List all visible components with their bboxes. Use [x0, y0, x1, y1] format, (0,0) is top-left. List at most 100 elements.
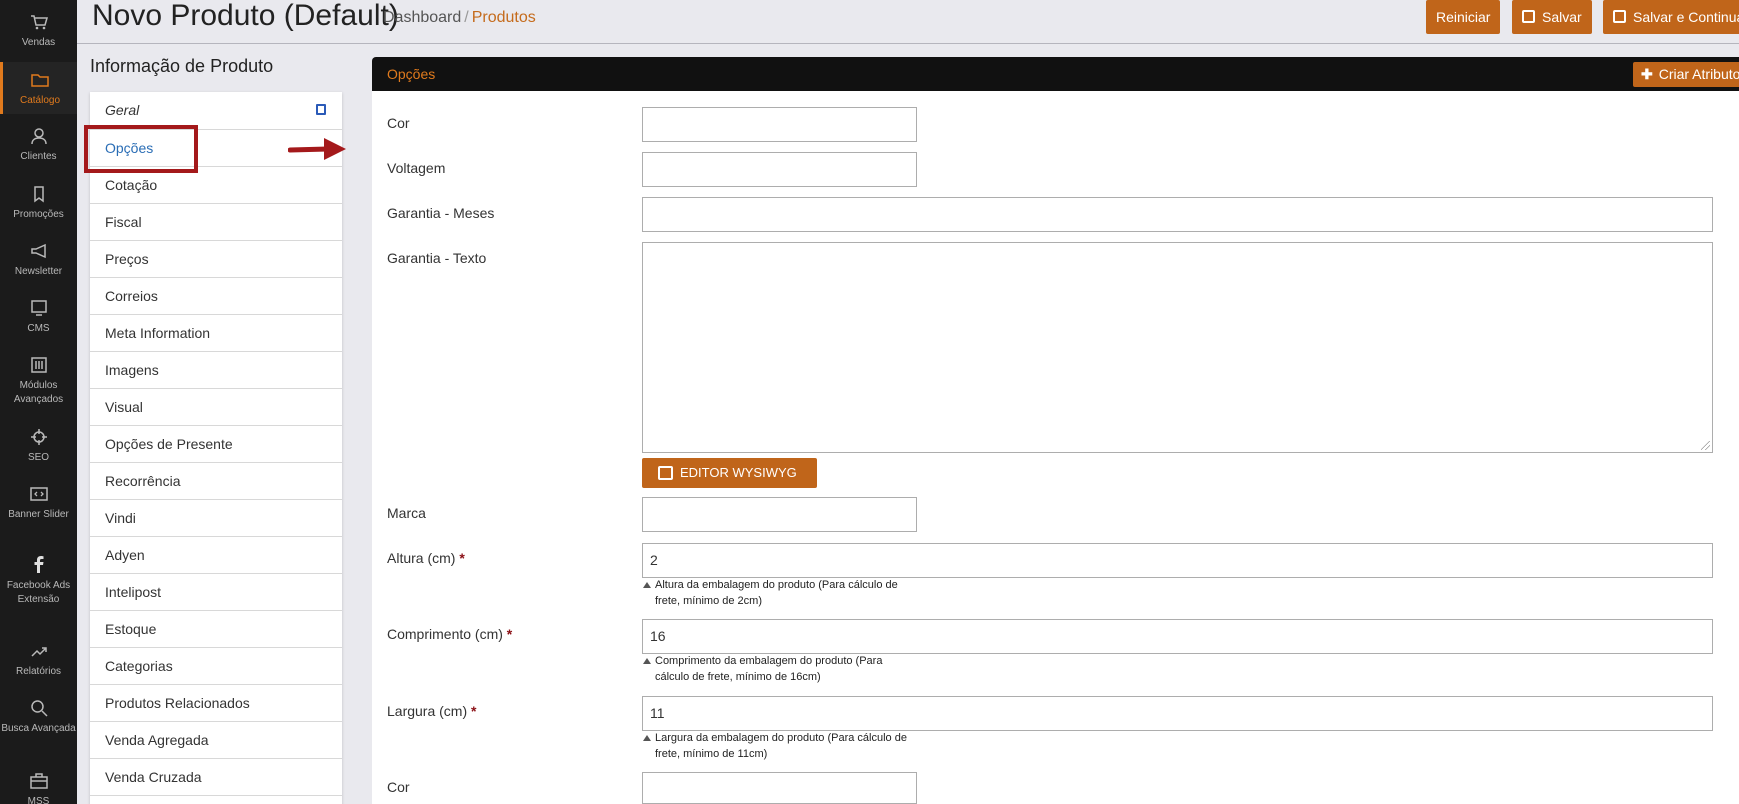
- resize-handle[interactable]: [1701, 441, 1710, 450]
- nav-item-banner-slider[interactable]: Banner Slider: [0, 484, 77, 522]
- nav-label: MSS: [27, 796, 50, 804]
- field-label-altura: Altura (cm) *: [387, 550, 465, 566]
- triangle-icon: [643, 582, 651, 588]
- tab-venda-cruzada[interactable]: Venda Cruzada: [90, 758, 342, 795]
- triangle-icon: [643, 658, 651, 664]
- garantia-meses-input[interactable]: [642, 197, 1713, 232]
- tab-fiscal[interactable]: Fiscal: [90, 203, 342, 240]
- tab-vindi[interactable]: Vindi: [90, 499, 342, 536]
- nav-item-catalogo[interactable]: Catálogo: [0, 62, 77, 114]
- largura-input[interactable]: 11: [642, 696, 1713, 731]
- sliders-icon: [30, 357, 47, 373]
- field-label-cor: Cor: [387, 115, 410, 131]
- nav-item-mss[interactable]: MSS: [0, 771, 77, 804]
- cor-input[interactable]: [642, 107, 917, 142]
- tab-adyen[interactable]: Adyen: [90, 536, 342, 573]
- nav-label: Busca Avançada: [1, 723, 76, 734]
- required-marker: *: [506, 626, 513, 642]
- facebook-icon: [34, 556, 43, 573]
- tab-estoque[interactable]: Estoque: [90, 610, 342, 647]
- tab-venda-agregada[interactable]: Venda Agregada: [90, 721, 342, 758]
- tab-produtos-relacionados[interactable]: Produtos Relacionados: [90, 684, 342, 721]
- nav-item-seo[interactable]: SEO: [0, 427, 77, 465]
- nav-label: Relatórios: [15, 666, 62, 677]
- tab-meta-information[interactable]: Meta Information: [90, 314, 342, 351]
- nav-label: CMS: [27, 323, 50, 334]
- nav-item-facebook-ads[interactable]: Facebook Ads Extensão: [0, 555, 77, 607]
- save-continue-button[interactable]: Salvar e Continuar: [1603, 0, 1739, 34]
- tab-geral[interactable]: Geral: [90, 92, 342, 129]
- slider-icon: [29, 487, 48, 501]
- section-header: Opções: [372, 57, 1739, 91]
- triangle-icon: [643, 735, 651, 741]
- tab-categorias[interactable]: Categorias: [90, 647, 342, 684]
- required-marker: *: [459, 550, 465, 566]
- tab-label: Preços: [105, 251, 149, 267]
- tab-label: Geral: [105, 102, 140, 118]
- save-button[interactable]: Salvar: [1512, 0, 1592, 34]
- nav-item-relatorios[interactable]: Relatórios: [0, 641, 77, 679]
- save-continue-button-label: Salvar e Continuar: [1633, 9, 1739, 25]
- altura-input[interactable]: 2: [642, 543, 1713, 578]
- nav-label: Módulos Avançados: [13, 380, 64, 405]
- crosshair-icon: [30, 429, 47, 445]
- reset-button[interactable]: Reiniciar: [1426, 0, 1501, 34]
- garantia-texto-textarea[interactable]: [642, 242, 1713, 453]
- create-attribute-button[interactable]: ✚ Criar Atributo: [1633, 62, 1739, 87]
- voltagem-input[interactable]: [642, 152, 917, 187]
- nav-label: Facebook Ads Extensão: [6, 580, 71, 605]
- nav-item-newsletter[interactable]: Newsletter: [0, 241, 77, 279]
- comprimento-hint-text: Comprimento da embalagem do produto (Par…: [655, 655, 883, 683]
- largura-label-text: Largura (cm): [387, 703, 468, 719]
- tab-label: Produtos Relacionados: [105, 695, 250, 711]
- admin-sidebar: Vendas Catálogo Clientes Promoções Newsl…: [0, 0, 77, 804]
- tab-label: Adyen: [105, 547, 145, 563]
- nav-item-busca-avancada[interactable]: Busca Avançada: [0, 698, 77, 736]
- nav-label: Promoções: [13, 209, 64, 220]
- nav-item-vendas[interactable]: Vendas: [0, 12, 77, 50]
- tab-label: Imagens: [105, 362, 159, 378]
- nav-item-modulos[interactable]: Módulos Avançados: [0, 355, 77, 407]
- nav-label: Newsletter: [14, 266, 63, 277]
- arrow-right-icon: [288, 138, 346, 160]
- floppy-icon: [1522, 10, 1535, 23]
- field-label-voltagem: Voltagem: [387, 160, 446, 176]
- tab-label: Intelipost: [105, 584, 162, 600]
- edit-icon: [658, 466, 673, 480]
- user-icon: [30, 128, 47, 145]
- create-attribute-label: Criar Atributo: [1658, 66, 1739, 82]
- floppy-icon: [1613, 10, 1626, 23]
- tab-recorrencia[interactable]: Recorrência: [90, 462, 342, 499]
- tab-intelipost[interactable]: Intelipost: [90, 573, 342, 610]
- save-icon: [316, 104, 326, 115]
- wysiwyg-editor-button[interactable]: EDITOR WYSIWYG: [642, 458, 817, 488]
- field-label-marca: Marca: [387, 505, 426, 521]
- breadcrumb-current-link[interactable]: Produtos: [472, 9, 536, 26]
- nav-item-clientes[interactable]: Clientes: [0, 126, 77, 164]
- tab-imagens[interactable]: Imagens: [90, 351, 342, 388]
- largura-hint-text: Largura da embalagem do produto (Para cá…: [655, 732, 907, 760]
- nav-label: Catálogo: [19, 95, 61, 106]
- page-title: Novo Produto (Default): [92, 0, 399, 32]
- header-divider: [77, 43, 1739, 44]
- tab-label: Categorias: [105, 658, 173, 674]
- cart-icon: [30, 15, 48, 30]
- section-title: Opções: [387, 66, 436, 82]
- nav-item-promocoes[interactable]: Promoções: [0, 184, 77, 222]
- tab-label: Visual: [105, 399, 143, 415]
- product-info-title: Informação de Produto: [90, 56, 274, 76]
- tab-visual[interactable]: Visual: [90, 388, 342, 425]
- nav-label: Clientes: [20, 151, 57, 162]
- cor-2-input[interactable]: [642, 772, 917, 804]
- comprimento-input[interactable]: 16: [642, 619, 1713, 654]
- tab-opcoes-presente[interactable]: Opções de Presente: [90, 425, 342, 462]
- tab-label: Cotação: [105, 177, 158, 193]
- altura-label-text: Altura (cm): [387, 550, 456, 566]
- breadcrumb-home-link[interactable]: Dashboard: [383, 9, 461, 26]
- tab-precos[interactable]: Preços: [90, 240, 342, 277]
- nav-label: Banner Slider: [8, 509, 69, 520]
- marca-input[interactable]: [642, 497, 917, 532]
- field-label-garantia-meses: Garantia - Meses: [387, 205, 495, 221]
- nav-item-cms[interactable]: CMS: [0, 298, 77, 336]
- tab-correios[interactable]: Correios: [90, 277, 342, 314]
